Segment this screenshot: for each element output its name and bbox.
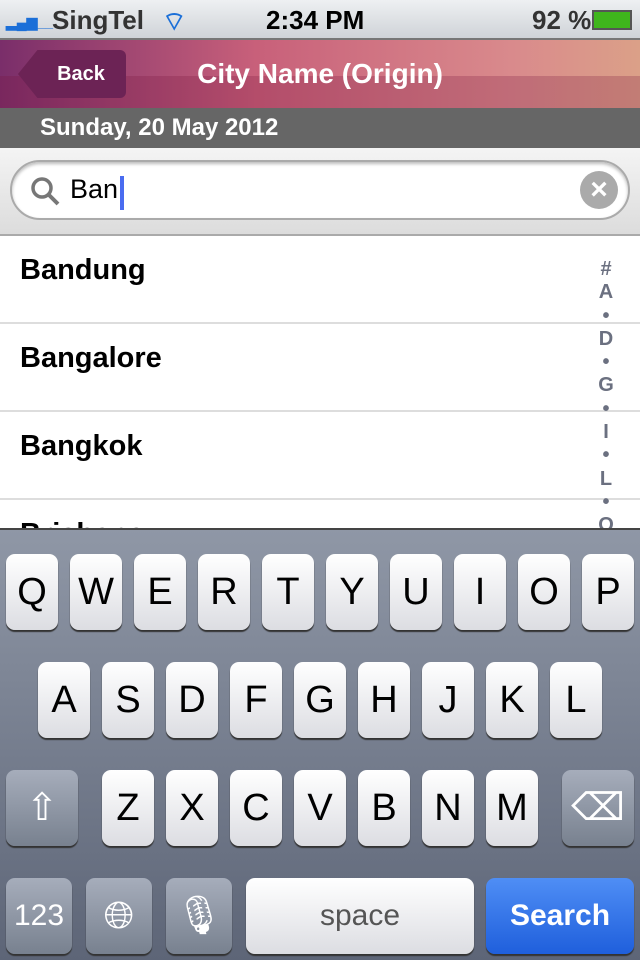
key-e[interactable]: E — [134, 554, 186, 630]
index-item[interactable]: A — [592, 281, 620, 304]
key-w[interactable]: W — [70, 554, 122, 630]
index-item[interactable]: D — [592, 328, 620, 351]
index-item[interactable]: • — [592, 491, 620, 514]
key-p[interactable]: P — [582, 554, 634, 630]
search-field[interactable]: × — [10, 160, 630, 220]
clear-icon[interactable]: × — [580, 171, 618, 209]
index-item[interactable]: O — [592, 514, 620, 528]
key-l[interactable]: L — [550, 662, 602, 738]
signal-icon: ▂▄▆__ — [6, 14, 54, 30]
page-title: City Name (Origin) — [197, 58, 443, 89]
microphone-icon[interactable]: 🎙︎ — [166, 878, 232, 954]
results-list: Bandung Bangalore Bangkok Brisbane — [0, 236, 640, 528]
key-y[interactable]: Y — [326, 554, 378, 630]
key-a[interactable]: A — [38, 662, 90, 738]
key-t[interactable]: T — [262, 554, 314, 630]
key-j[interactable]: J — [422, 662, 474, 738]
section-index[interactable]: # A • D • G • I • L • O — [592, 258, 620, 528]
carrier: SingTel — [52, 5, 144, 35]
key-f[interactable]: F — [230, 662, 282, 738]
shift-key[interactable]: ⇧ — [6, 770, 78, 846]
key-v[interactable]: V — [294, 770, 346, 846]
status-bar: ▂▄▆__ SingTel ⌔ 2:34 PM 92 % — [0, 0, 640, 40]
index-item[interactable]: G — [592, 374, 620, 397]
date-header: Sunday, 20 May 2012 — [0, 108, 640, 148]
key-d[interactable]: D — [166, 662, 218, 738]
key-k[interactable]: K — [486, 662, 538, 738]
list-item[interactable]: Bangkok — [0, 412, 640, 500]
key-i[interactable]: I — [454, 554, 506, 630]
index-item[interactable]: • — [592, 305, 620, 328]
search-input[interactable] — [70, 174, 550, 205]
key-m[interactable]: M — [486, 770, 538, 846]
search-bar: × — [0, 148, 640, 236]
key-h[interactable]: H — [358, 662, 410, 738]
keyboard: ⇧ ⌫ 123 🌐︎ 🎙︎ space Search QWERTYUIOP ASD… — [0, 528, 640, 960]
list-item[interactable]: Brisbane — [0, 500, 640, 528]
nav-bar: Back City Name (Origin) — [0, 40, 640, 108]
list-item[interactable]: Bangalore — [0, 324, 640, 412]
globe-icon[interactable]: 🌐︎ — [86, 878, 152, 954]
index-item[interactable]: • — [592, 351, 620, 374]
space-key[interactable]: space — [246, 878, 474, 954]
numbers-key[interactable]: 123 — [6, 878, 72, 954]
key-b[interactable]: B — [358, 770, 410, 846]
index-item[interactable]: • — [592, 444, 620, 467]
index-item[interactable]: L — [592, 468, 620, 491]
key-s[interactable]: S — [102, 662, 154, 738]
index-item[interactable]: I — [592, 421, 620, 444]
battery-text: 92 % — [532, 5, 592, 35]
wifi-icon: ⌔ — [162, 6, 187, 36]
key-g[interactable]: G — [294, 662, 346, 738]
magnifier-icon — [31, 177, 60, 206]
key-q[interactable]: Q — [6, 554, 58, 630]
key-u[interactable]: U — [390, 554, 442, 630]
list-item[interactable]: Bandung — [0, 236, 640, 324]
index-item[interactable]: • — [592, 398, 620, 421]
battery-icon — [592, 10, 632, 30]
text-caret — [120, 176, 124, 210]
index-item[interactable]: # — [592, 258, 620, 281]
key-c[interactable]: C — [230, 770, 282, 846]
time: 2:34 PM — [266, 5, 365, 35]
backspace-key[interactable]: ⌫ — [562, 770, 634, 846]
key-n[interactable]: N — [422, 770, 474, 846]
key-o[interactable]: O — [518, 554, 570, 630]
key-z[interactable]: Z — [102, 770, 154, 846]
search-key[interactable]: Search — [486, 878, 634, 954]
key-x[interactable]: X — [166, 770, 218, 846]
key-r[interactable]: R — [198, 554, 250, 630]
